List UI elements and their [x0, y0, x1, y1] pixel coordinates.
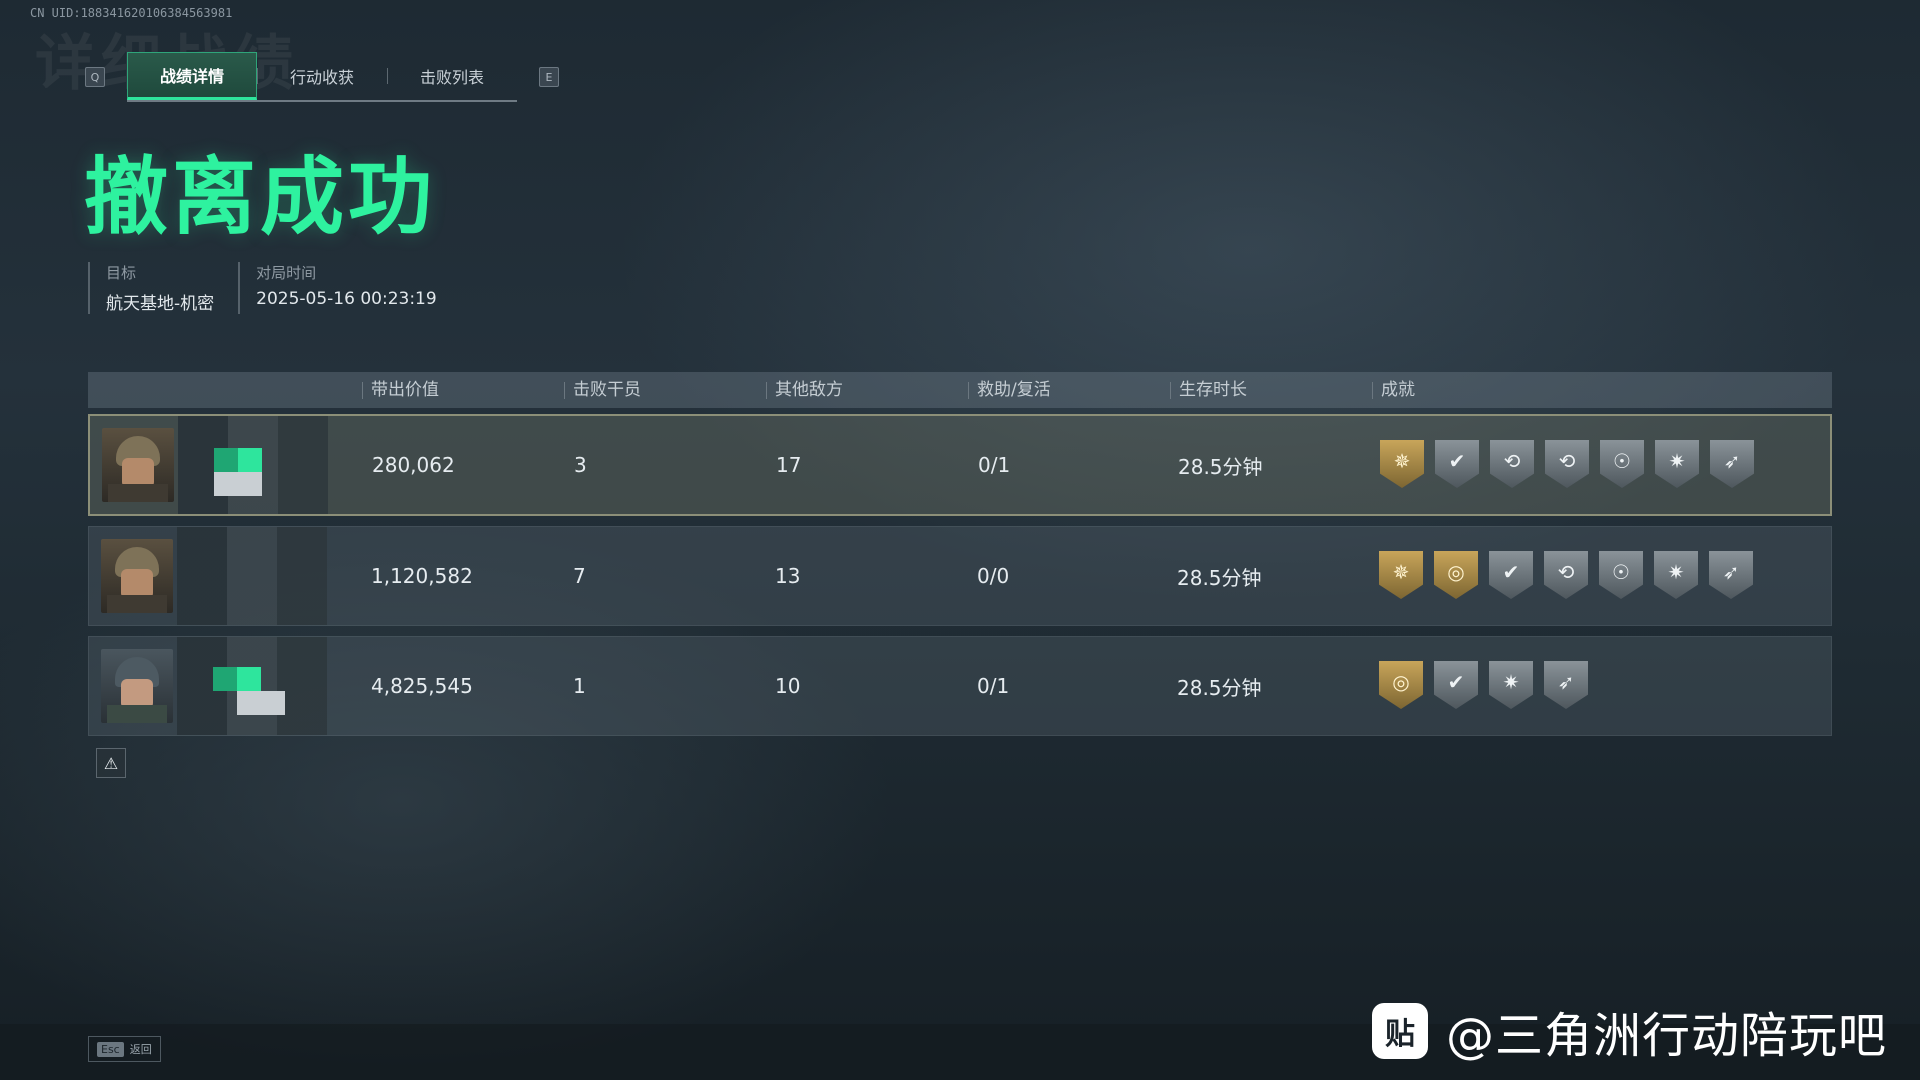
- tab-bar: Q 战绩详情 行动收获 击败列表 E: [85, 52, 559, 102]
- back-label: 返回: [129, 1043, 152, 1056]
- operator-kills: 3: [574, 453, 587, 477]
- esc-key: Esc: [97, 1041, 124, 1057]
- report-warning-icon[interactable]: ⚠: [96, 748, 126, 778]
- header-survival-time: 生存时长: [1170, 381, 1247, 399]
- achievement-badge-icon[interactable]: ⟲: [1490, 440, 1534, 488]
- achievement-badge-icon[interactable]: ⟲: [1545, 440, 1589, 488]
- watermark-text: @三角洲行动陪玩吧: [1446, 1008, 1888, 1064]
- other-enemies: 13: [775, 564, 801, 588]
- achievement-badges: ✵ ✔ ⟲ ⟲ ☉ ✷ ➶: [1380, 440, 1754, 488]
- rank-icon: [214, 448, 262, 496]
- target-block: 目标 航天基地-机密: [88, 262, 238, 314]
- achievement-badge-icon[interactable]: ➶: [1544, 661, 1588, 709]
- next-tab-key[interactable]: E: [539, 67, 559, 87]
- achievement-badge-icon[interactable]: ◎: [1434, 551, 1478, 599]
- match-meta: 目标 航天基地-机密 对局时间 2025-05-16 00:23:19: [88, 262, 461, 314]
- prev-tab-key[interactable]: Q: [85, 67, 105, 87]
- other-enemies: 10: [775, 674, 801, 698]
- achievement-badge-icon[interactable]: ✷: [1654, 551, 1698, 599]
- table-row[interactable]: 1,120,582 7 13 0/0 28.5分钟 ✵ ◎ ✔ ⟲ ☉ ✷ ➶: [88, 526, 1832, 626]
- pixelated-player-name: [177, 527, 327, 625]
- header-operator-kills: 击败干员: [564, 381, 641, 399]
- operator-avatar: [101, 539, 173, 613]
- target-label: 目标: [106, 264, 137, 282]
- table-row[interactable]: 280,062 3 17 0/1 28.5分钟 ✵ ✔ ⟲ ⟲ ☉ ✷ ➶: [88, 414, 1832, 516]
- operator-kills: 1: [573, 674, 586, 698]
- tab-group: 战绩详情 行动收获 击败列表: [127, 52, 517, 102]
- back-button[interactable]: Esc 返回: [88, 1036, 161, 1062]
- survival-time: 28.5分钟: [1177, 565, 1262, 590]
- achievement-badges: ◎ ✔ ✷ ➶: [1379, 661, 1588, 709]
- assist-revive: 0/1: [978, 453, 1011, 477]
- achievement-badge-icon[interactable]: ✷: [1655, 440, 1699, 488]
- table-header: 带出价值 击败干员 其他敌方 救助/复活 生存时长 成就: [88, 372, 1832, 408]
- extract-value: 4,825,545: [371, 674, 473, 698]
- achievement-badge-icon[interactable]: ✔: [1434, 661, 1478, 709]
- time-value: 2025-05-16 00:23:19: [256, 289, 437, 309]
- header-other-enemies: 其他敌方: [766, 381, 843, 399]
- achievement-badge-icon[interactable]: ✷: [1489, 661, 1533, 709]
- header-assist-revive: 救助/复活: [968, 381, 1051, 399]
- tab-operation-gains[interactable]: 行动收获: [257, 52, 387, 100]
- achievement-badges: ✵ ◎ ✔ ⟲ ☉ ✷ ➶: [1379, 551, 1753, 599]
- achievement-badge-icon[interactable]: ☉: [1600, 440, 1644, 488]
- extract-value: 1,120,582: [371, 564, 473, 588]
- achievement-badge-icon[interactable]: ➶: [1709, 551, 1753, 599]
- extract-value: 280,062: [372, 453, 455, 477]
- tab-kill-list[interactable]: 击败列表: [387, 52, 517, 100]
- achievement-badge-icon[interactable]: ✵: [1379, 551, 1423, 599]
- achievement-badge-icon[interactable]: ✵: [1380, 440, 1424, 488]
- assist-revive: 0/1: [977, 674, 1010, 698]
- survival-time: 28.5分钟: [1177, 675, 1262, 700]
- achievement-badge-icon[interactable]: ⟲: [1544, 551, 1588, 599]
- achievement-badge-icon[interactable]: ☉: [1599, 551, 1643, 599]
- rank-icon: [213, 667, 285, 715]
- header-achievements: 成就: [1372, 381, 1415, 399]
- squad-stats-table: 带出价值 击败干员 其他敌方 救助/复活 生存时长 成就 280,062 3 1…: [88, 372, 1832, 736]
- assist-revive: 0/0: [977, 564, 1010, 588]
- survival-time: 28.5分钟: [1178, 454, 1263, 479]
- operator-avatar: [102, 428, 174, 502]
- achievement-badge-icon[interactable]: ✔: [1489, 551, 1533, 599]
- table-row[interactable]: 4,825,545 1 10 0/1 28.5分钟 ◎ ✔ ✷ ➶: [88, 636, 1832, 736]
- header-extract-value: 带出价值: [362, 381, 439, 399]
- tab-match-details[interactable]: 战绩详情: [127, 52, 257, 100]
- other-enemies: 17: [776, 453, 802, 477]
- achievement-badge-icon[interactable]: ◎: [1379, 661, 1423, 709]
- tieba-logo-icon: 贴: [1372, 1003, 1428, 1059]
- operator-kills: 7: [573, 564, 586, 588]
- target-value: 航天基地-机密: [106, 294, 215, 314]
- achievement-badge-icon[interactable]: ✔: [1435, 440, 1479, 488]
- time-label: 对局时间: [256, 264, 317, 282]
- operator-avatar: [101, 649, 173, 723]
- achievement-badge-icon[interactable]: ➶: [1710, 440, 1754, 488]
- watermark: 贴 @三角洲行动陪玩吧: [1372, 996, 1887, 1066]
- result-headline: 撤离成功: [84, 148, 437, 246]
- time-block: 对局时间 2025-05-16 00:23:19: [238, 262, 461, 314]
